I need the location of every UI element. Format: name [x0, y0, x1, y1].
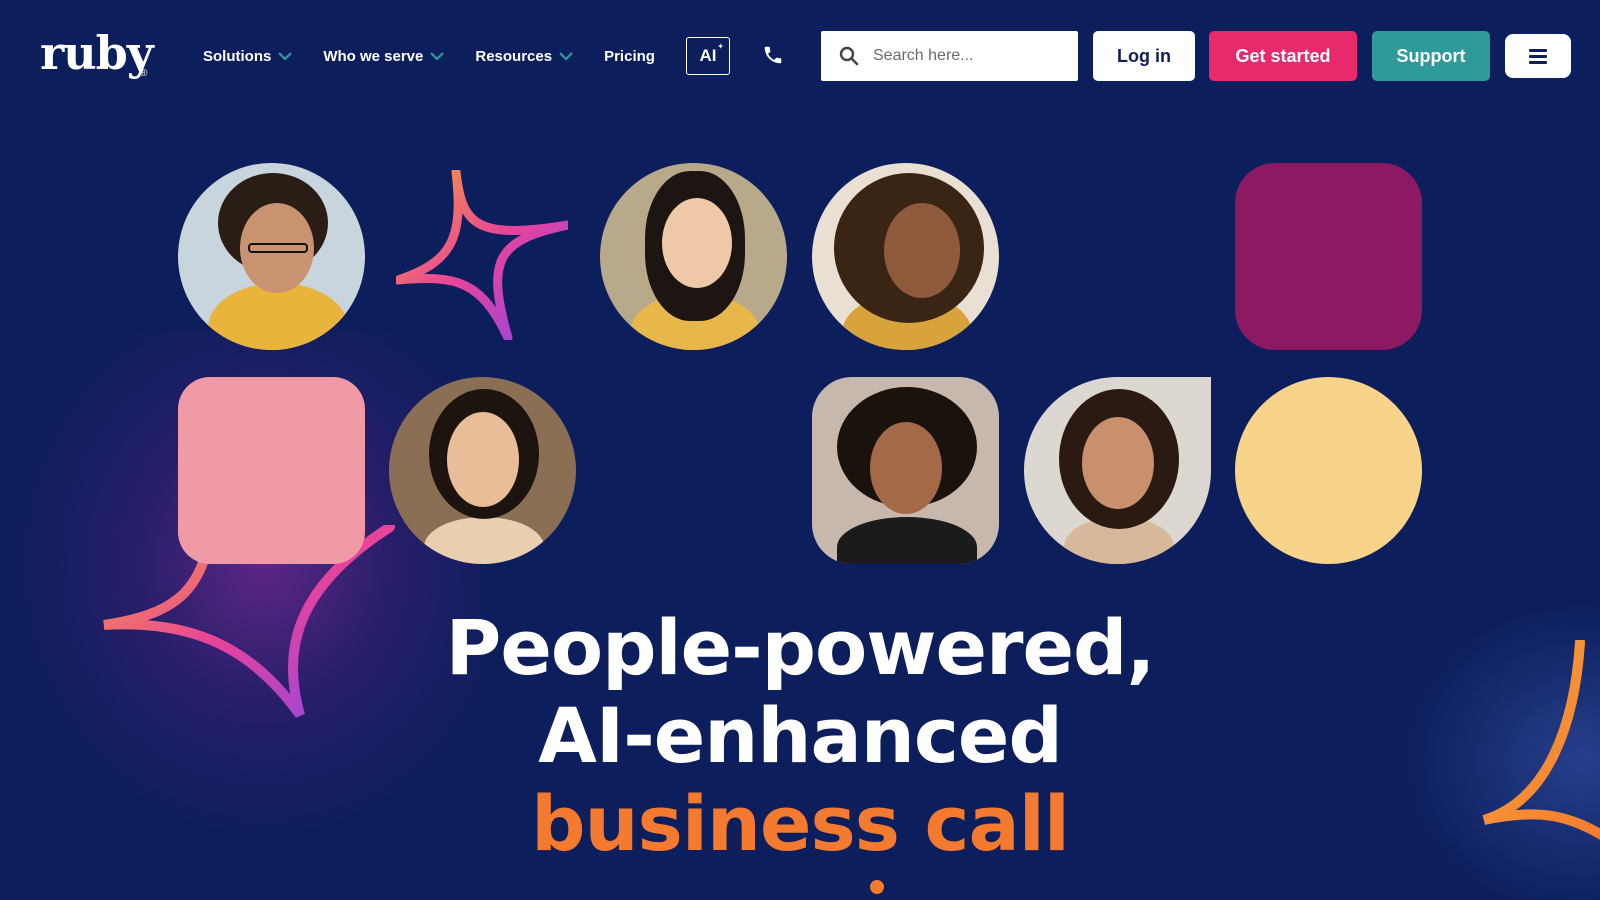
hamburger-menu-button[interactable] — [1505, 34, 1571, 78]
nav-solutions-label: Solutions — [203, 47, 272, 65]
chevron-down-icon — [278, 52, 293, 61]
photo-man-curly-hair-on-phone — [812, 377, 999, 564]
nav-pricing[interactable]: Pricing — [604, 44, 655, 68]
chevron-down-icon — [559, 52, 573, 61]
login-button[interactable]: Log in — [1093, 31, 1195, 81]
search-icon — [839, 46, 859, 66]
nav-who-we-serve[interactable]: Who we serve — [323, 44, 445, 68]
decorative-pink-square — [178, 377, 365, 564]
get-started-button[interactable]: Get started — [1209, 31, 1357, 81]
hero-headline: People-powered, AI-enhanced business cal… — [0, 604, 1600, 868]
menu-icon — [1529, 46, 1547, 67]
ai-button-label: AI — [699, 46, 717, 65]
hero-line-1: People-powered, — [445, 603, 1156, 692]
phone-icon[interactable] — [762, 44, 784, 66]
search-box — [821, 31, 1078, 81]
hero-next-line-fragment — [870, 880, 884, 894]
nav-resources-label: Resources — [475, 47, 553, 65]
search-input[interactable] — [873, 47, 1063, 65]
hero-line-3: business call — [531, 779, 1070, 868]
ruby-logo[interactable]: ruby — [40, 30, 154, 76]
site-header: ruby ® Solutions Who we serve Resources … — [0, 0, 1600, 112]
chevron-down-icon — [430, 52, 445, 61]
sparkle-icon: ✦ — [717, 42, 724, 51]
hero-line-2: AI-enhanced — [538, 691, 1063, 780]
photo-woman-smiling-phone — [389, 377, 576, 564]
registered-mark: ® — [140, 68, 148, 79]
decorative-yellow-circle — [1235, 377, 1422, 564]
photo-woman-smiling-on-phone — [600, 163, 787, 350]
photo-woman-headset — [812, 163, 999, 350]
sparkle-star-icon — [396, 170, 568, 340]
main-nav: Solutions Who we serve Resources Pricing — [203, 44, 685, 68]
decorative-magenta-square — [1235, 163, 1422, 350]
support-button[interactable]: Support — [1372, 31, 1490, 81]
ai-button[interactable]: AI ✦ — [686, 37, 730, 75]
nav-resources[interactable]: Resources — [475, 44, 574, 68]
nav-who-we-serve-label: Who we serve — [323, 47, 424, 65]
photo-woman-glasses-on-phone — [178, 163, 365, 350]
photo-woman-headset-smiling — [1024, 377, 1211, 564]
nav-solutions[interactable]: Solutions — [203, 44, 293, 68]
nav-pricing-label: Pricing — [604, 47, 655, 65]
